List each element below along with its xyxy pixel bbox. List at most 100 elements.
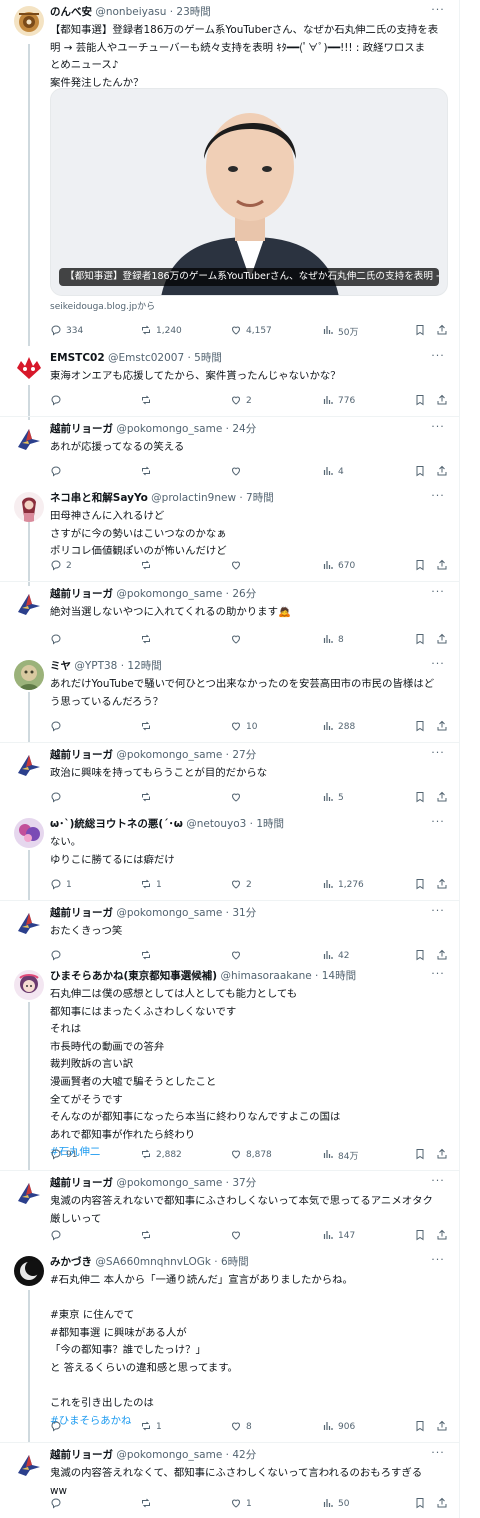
reply-button[interactable]: 1 [50, 876, 72, 894]
reply-button[interactable] [50, 463, 66, 481]
bookmark-button[interactable] [414, 463, 426, 481]
bookmark-button[interactable] [414, 1146, 426, 1164]
handle[interactable]: @himasoraakane [220, 970, 311, 982]
share-button[interactable] [436, 1146, 448, 1164]
display-name[interactable]: ひまそらあかね(東京都知事選候補) [50, 970, 217, 982]
display-name[interactable]: 越前リョーガ [50, 1177, 113, 1189]
timestamp[interactable]: 27分 [232, 749, 256, 761]
views-button[interactable]: 4 [322, 463, 344, 481]
tweet[interactable]: 越前リョーガ @pokomongo_same · 26分 ··· 絶対当選しないやつ… [0, 581, 460, 654]
timestamp[interactable]: 26分 [232, 588, 256, 600]
timestamp[interactable]: 31分 [232, 907, 256, 919]
display-name[interactable]: ネコ串と和解SayYo [50, 492, 148, 504]
like-button[interactable]: 8 [230, 1418, 252, 1436]
retweet-button[interactable]: 2,882 [140, 1146, 182, 1164]
bookmark-button[interactable] [414, 1418, 426, 1436]
reply-button[interactable]: 91 [50, 1146, 77, 1164]
avatar[interactable] [14, 1449, 44, 1479]
display-name[interactable]: 越前リョーガ [50, 423, 113, 435]
avatar[interactable] [14, 970, 44, 1000]
views-button[interactable]: 50万 [322, 322, 358, 340]
tweet[interactable]: ひまそらあかね(東京都知事選候補) @himasoraakane · 14時間 ·… [0, 964, 460, 1170]
share-button[interactable] [436, 1227, 448, 1245]
timestamp[interactable]: 14時間 [322, 970, 356, 982]
reply-button[interactable] [50, 392, 66, 410]
like-button[interactable]: 2 [230, 876, 252, 894]
bookmark-button[interactable] [414, 557, 426, 575]
views-button[interactable]: 5 [322, 789, 344, 807]
like-button[interactable]: 4,157 [230, 322, 272, 340]
handle[interactable]: @nonbeiyasu [95, 6, 166, 18]
retweet-button[interactable]: 1,240 [140, 322, 182, 340]
views-button[interactable]: 147 [322, 1227, 355, 1245]
like-button[interactable] [230, 947, 246, 965]
timestamp[interactable]: 5時間 [194, 352, 222, 364]
more-options-icon[interactable]: ··· [428, 816, 448, 832]
retweet-button[interactable] [140, 392, 156, 410]
like-button[interactable] [230, 1227, 246, 1245]
more-options-icon[interactable]: ··· [428, 1447, 448, 1463]
more-options-icon[interactable]: ··· [428, 421, 448, 437]
display-name[interactable]: EMSTC02 [50, 352, 105, 364]
share-button[interactable] [436, 718, 448, 736]
avatar[interactable] [14, 1177, 44, 1207]
tweet[interactable]: 越前リョーガ @pokomongo_same · 42分 ··· 鬼滅の内容答えれな… [0, 1442, 460, 1518]
handle[interactable]: @YPT38 [74, 660, 117, 672]
more-options-icon[interactable]: ··· [428, 350, 448, 366]
display-name[interactable]: のんべ安 [50, 6, 92, 18]
share-button[interactable] [436, 1418, 448, 1436]
retweet-button[interactable] [140, 463, 156, 481]
bookmark-button[interactable] [414, 789, 426, 807]
handle[interactable]: @pokomongo_same [116, 1449, 222, 1461]
like-button[interactable]: 2 [230, 392, 252, 410]
views-button[interactable]: 1,276 [322, 876, 364, 894]
timestamp[interactable]: 24分 [232, 423, 256, 435]
share-button[interactable] [436, 392, 448, 410]
link-card[interactable]: 【都知事選】登録者186万のゲーム系YouTuberさん、なぜか石丸伸二氏の支持… [50, 88, 448, 296]
avatar[interactable] [14, 907, 44, 937]
display-name[interactable]: 越前リョーガ [50, 907, 113, 919]
tweet[interactable]: ω･`)統総ヨウトネの悪(´･ω @netouyo3 · 1時間 ··· ない。 ゆり… [0, 812, 460, 900]
retweet-button[interactable]: 1 [140, 876, 162, 894]
reply-button[interactable] [50, 789, 66, 807]
views-button[interactable]: 670 [322, 557, 355, 575]
share-button[interactable] [436, 322, 448, 340]
more-options-icon[interactable]: ··· [428, 747, 448, 763]
share-button[interactable] [436, 463, 448, 481]
avatar[interactable] [14, 818, 44, 848]
tweet[interactable]: みかづき @SA660mnqhnvLOGk · 6時間 ··· #石丸伸二 本人から… [0, 1250, 460, 1442]
timestamp[interactable]: 12時間 [127, 660, 161, 672]
retweet-button[interactable] [140, 557, 156, 575]
display-name[interactable]: 越前リョーガ [50, 1449, 113, 1461]
display-name[interactable]: みかづき [50, 1256, 92, 1268]
retweet-button[interactable] [140, 947, 156, 965]
reply-button[interactable] [50, 1495, 66, 1513]
handle[interactable]: @prolactin9new [151, 492, 236, 504]
retweet-button[interactable] [140, 1227, 156, 1245]
reply-button[interactable] [50, 947, 66, 965]
timestamp[interactable]: 1時間 [256, 818, 284, 830]
like-button[interactable] [230, 631, 246, 649]
views-button[interactable]: 906 [322, 1418, 355, 1436]
retweet-button[interactable] [140, 718, 156, 736]
avatar[interactable] [14, 588, 44, 618]
handle[interactable]: @netouyo3 [186, 818, 246, 830]
avatar[interactable] [14, 6, 44, 36]
tweet[interactable]: ミヤ @YPT38 · 12時間 ··· あれだけYouTubeで騒いで何ひとつ出来… [0, 654, 460, 742]
views-button[interactable]: 8 [322, 631, 344, 649]
display-name[interactable]: ミヤ [50, 660, 71, 672]
timestamp[interactable]: 7時間 [246, 492, 274, 504]
link-source[interactable]: seikeidouga.blog.jpから [50, 299, 155, 312]
share-button[interactable] [436, 947, 448, 965]
more-options-icon[interactable]: ··· [428, 1254, 448, 1270]
reply-button[interactable] [50, 1418, 66, 1436]
share-button[interactable] [436, 876, 448, 894]
views-button[interactable]: 776 [322, 392, 355, 410]
tweet[interactable]: 越前リョーガ @pokomongo_same · 31分 ··· おたくきっつ笑 42 [0, 900, 460, 970]
like-button[interactable]: 10 [230, 718, 257, 736]
display-name[interactable]: 越前リョーガ [50, 588, 113, 600]
bookmark-button[interactable] [414, 1227, 426, 1245]
avatar[interactable] [14, 660, 44, 690]
bookmark-button[interactable] [414, 322, 426, 340]
more-options-icon[interactable]: ··· [428, 1175, 448, 1191]
